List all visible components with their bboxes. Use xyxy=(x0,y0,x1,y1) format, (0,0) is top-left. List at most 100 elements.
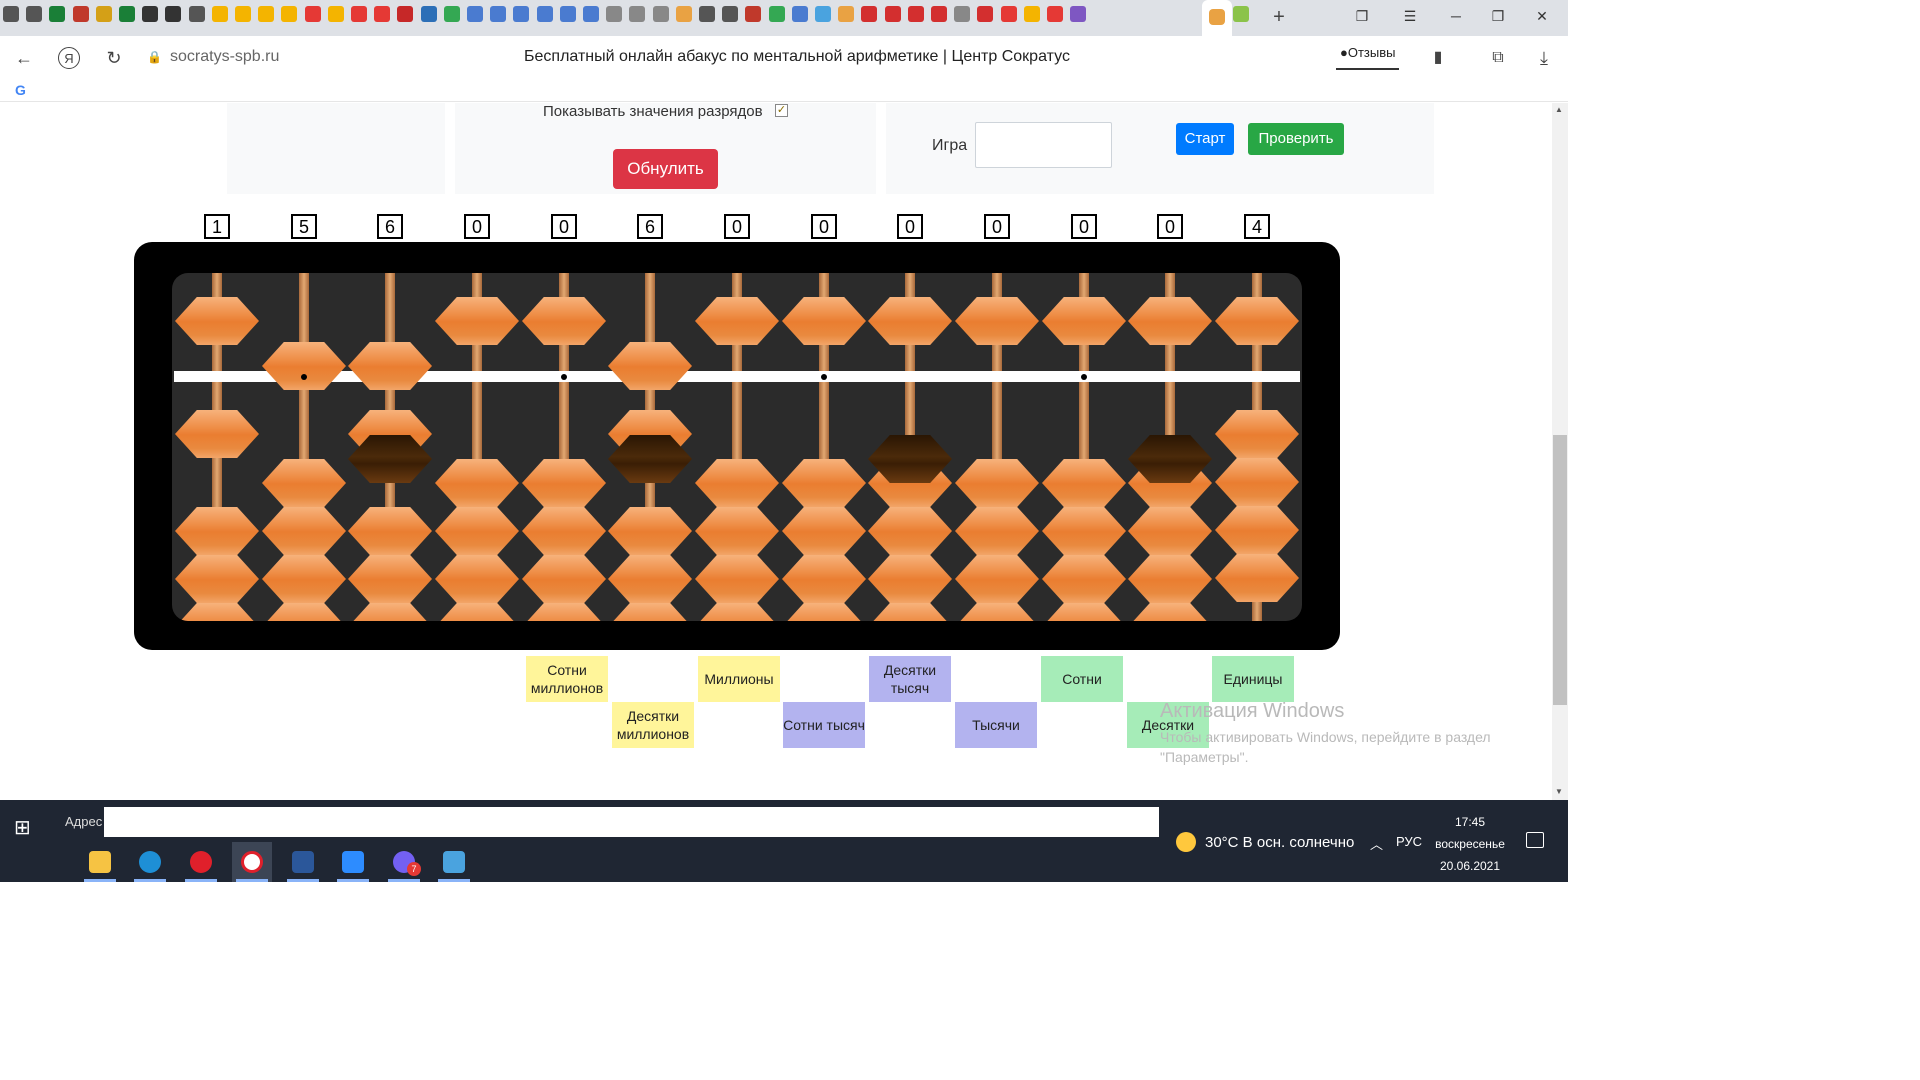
earth-bead[interactable] xyxy=(868,555,952,603)
browser-tab[interactable] xyxy=(72,6,89,22)
browser-tab[interactable] xyxy=(907,6,924,22)
notification-icon[interactable] xyxy=(1526,832,1544,848)
system-clock[interactable]: 17:45 воскресенье 20.06.2021 xyxy=(1428,811,1512,877)
browser-tab[interactable] xyxy=(397,6,414,22)
google-icon[interactable]: G xyxy=(15,82,26,98)
earth-bead[interactable] xyxy=(1042,603,1126,621)
heaven-bead[interactable] xyxy=(435,297,519,345)
browser-tab[interactable] xyxy=(815,6,831,22)
browser-tab[interactable] xyxy=(1047,6,1063,22)
file-explorer-taskbar-button[interactable] xyxy=(80,842,120,882)
earth-bead[interactable] xyxy=(262,507,346,555)
new-tab-button[interactable]: + xyxy=(1268,7,1290,29)
browser-tab[interactable] xyxy=(1023,6,1040,22)
heaven-bead[interactable] xyxy=(1042,297,1126,345)
earth-bead[interactable] xyxy=(1128,555,1212,603)
browser-tab[interactable] xyxy=(327,6,344,22)
browser-tab[interactable] xyxy=(536,6,553,22)
browser-tab[interactable] xyxy=(3,6,19,22)
browser-tab[interactable] xyxy=(467,6,483,22)
browser-tab[interactable] xyxy=(1070,6,1087,22)
earth-bead[interactable] xyxy=(695,555,779,603)
browser-tab[interactable] xyxy=(699,6,715,22)
back-button[interactable]: ← xyxy=(12,46,36,70)
collections-icon[interactable]: ⧉ xyxy=(1486,46,1510,70)
site-domain[interactable]: socratys-spb.ru xyxy=(170,48,279,66)
earth-bead[interactable] xyxy=(782,555,866,603)
edge-taskbar-button[interactable] xyxy=(130,842,170,882)
viber-taskbar-button[interactable]: 7 xyxy=(384,842,424,882)
show-values-checkbox[interactable]: ✓ xyxy=(775,104,788,117)
browser-tab[interactable] xyxy=(258,6,275,22)
address-input[interactable] xyxy=(104,807,1159,837)
earth-bead[interactable] xyxy=(522,459,606,507)
downloads-icon[interactable]: ⤓ xyxy=(1532,46,1556,70)
browser-tab[interactable] xyxy=(931,6,947,22)
browser-tab[interactable] xyxy=(188,6,205,22)
browser-tab[interactable] xyxy=(838,6,855,22)
windows-start-icon[interactable]: ⊞ xyxy=(14,815,31,840)
heaven-bead[interactable] xyxy=(1215,297,1299,345)
menu-icon[interactable]: ☰ xyxy=(1400,8,1420,25)
earth-bead[interactable] xyxy=(1128,507,1212,555)
browser-tab[interactable] xyxy=(211,6,228,22)
game-input[interactable] xyxy=(975,122,1112,168)
heaven-bead[interactable] xyxy=(262,342,346,390)
scrollbar-thumb[interactable] xyxy=(1553,435,1567,705)
heaven-bead[interactable] xyxy=(1128,297,1212,345)
scroll-down-arrow-icon[interactable]: ▼ xyxy=(1555,787,1563,796)
opera-taskbar-button[interactable] xyxy=(181,842,221,882)
browser-tab[interactable] xyxy=(977,6,994,22)
browser-tab[interactable] xyxy=(49,6,66,22)
earth-bead[interactable] xyxy=(868,507,952,555)
browser-tab[interactable] xyxy=(420,6,437,22)
earth-bead[interactable] xyxy=(1215,506,1299,554)
browser-tab[interactable] xyxy=(235,6,251,22)
earth-bead[interactable] xyxy=(1128,603,1212,621)
earth-bead[interactable] xyxy=(955,603,1039,621)
heaven-bead[interactable] xyxy=(175,297,259,345)
page-scrollbar[interactable]: ▲ ▼ xyxy=(1552,103,1568,800)
earth-bead[interactable] xyxy=(608,555,692,603)
browser-tab[interactable] xyxy=(142,6,159,22)
earth-bead[interactable] xyxy=(1215,458,1299,506)
browser-tab[interactable] xyxy=(1233,6,1249,22)
scroll-up-arrow-icon[interactable]: ▲ xyxy=(1555,105,1563,114)
earth-bead[interactable] xyxy=(695,459,779,507)
earth-bead[interactable] xyxy=(262,603,346,621)
browser-tab[interactable] xyxy=(861,6,878,22)
snipping-tool-taskbar-button[interactable] xyxy=(434,842,474,882)
earth-bead[interactable] xyxy=(1042,555,1126,603)
reload-button[interactable]: ↻ xyxy=(102,46,126,70)
earth-bead[interactable] xyxy=(695,603,779,621)
browser-tab[interactable] xyxy=(119,6,135,22)
browser-tab[interactable] xyxy=(583,6,599,22)
lock-icon[interactable]: 🔒 xyxy=(147,50,162,64)
earth-bead[interactable] xyxy=(262,459,346,507)
earth-bead[interactable] xyxy=(262,555,346,603)
browser-tab[interactable] xyxy=(954,6,971,22)
weather-text[interactable]: 30°C В осн. солнечно xyxy=(1205,834,1354,851)
browser-tab[interactable] xyxy=(722,6,739,22)
chevron-up-icon[interactable]: ︿ xyxy=(1370,834,1383,853)
earth-bead[interactable] xyxy=(782,603,866,621)
zoom-taskbar-button[interactable] xyxy=(333,842,373,882)
browser-tab[interactable] xyxy=(606,6,623,22)
browser-tab[interactable] xyxy=(304,6,321,22)
earth-bead[interactable] xyxy=(348,603,432,621)
browser-tab-active[interactable] xyxy=(1202,0,1232,36)
browser-tab[interactable] xyxy=(884,6,901,22)
earth-bead[interactable] xyxy=(435,603,519,621)
earth-bead[interactable] xyxy=(782,459,866,507)
weather-sun-icon[interactable] xyxy=(1176,832,1196,852)
heaven-bead[interactable] xyxy=(522,297,606,345)
browser-tab[interactable] xyxy=(374,6,391,22)
earth-bead[interactable] xyxy=(782,507,866,555)
earth-bead[interactable] xyxy=(868,603,952,621)
browser-tab[interactable] xyxy=(513,6,530,22)
earth-bead[interactable] xyxy=(695,507,779,555)
earth-bead[interactable] xyxy=(175,603,259,621)
earth-bead[interactable] xyxy=(175,555,259,603)
earth-bead[interactable] xyxy=(608,603,692,621)
browser-tab[interactable] xyxy=(745,6,762,22)
